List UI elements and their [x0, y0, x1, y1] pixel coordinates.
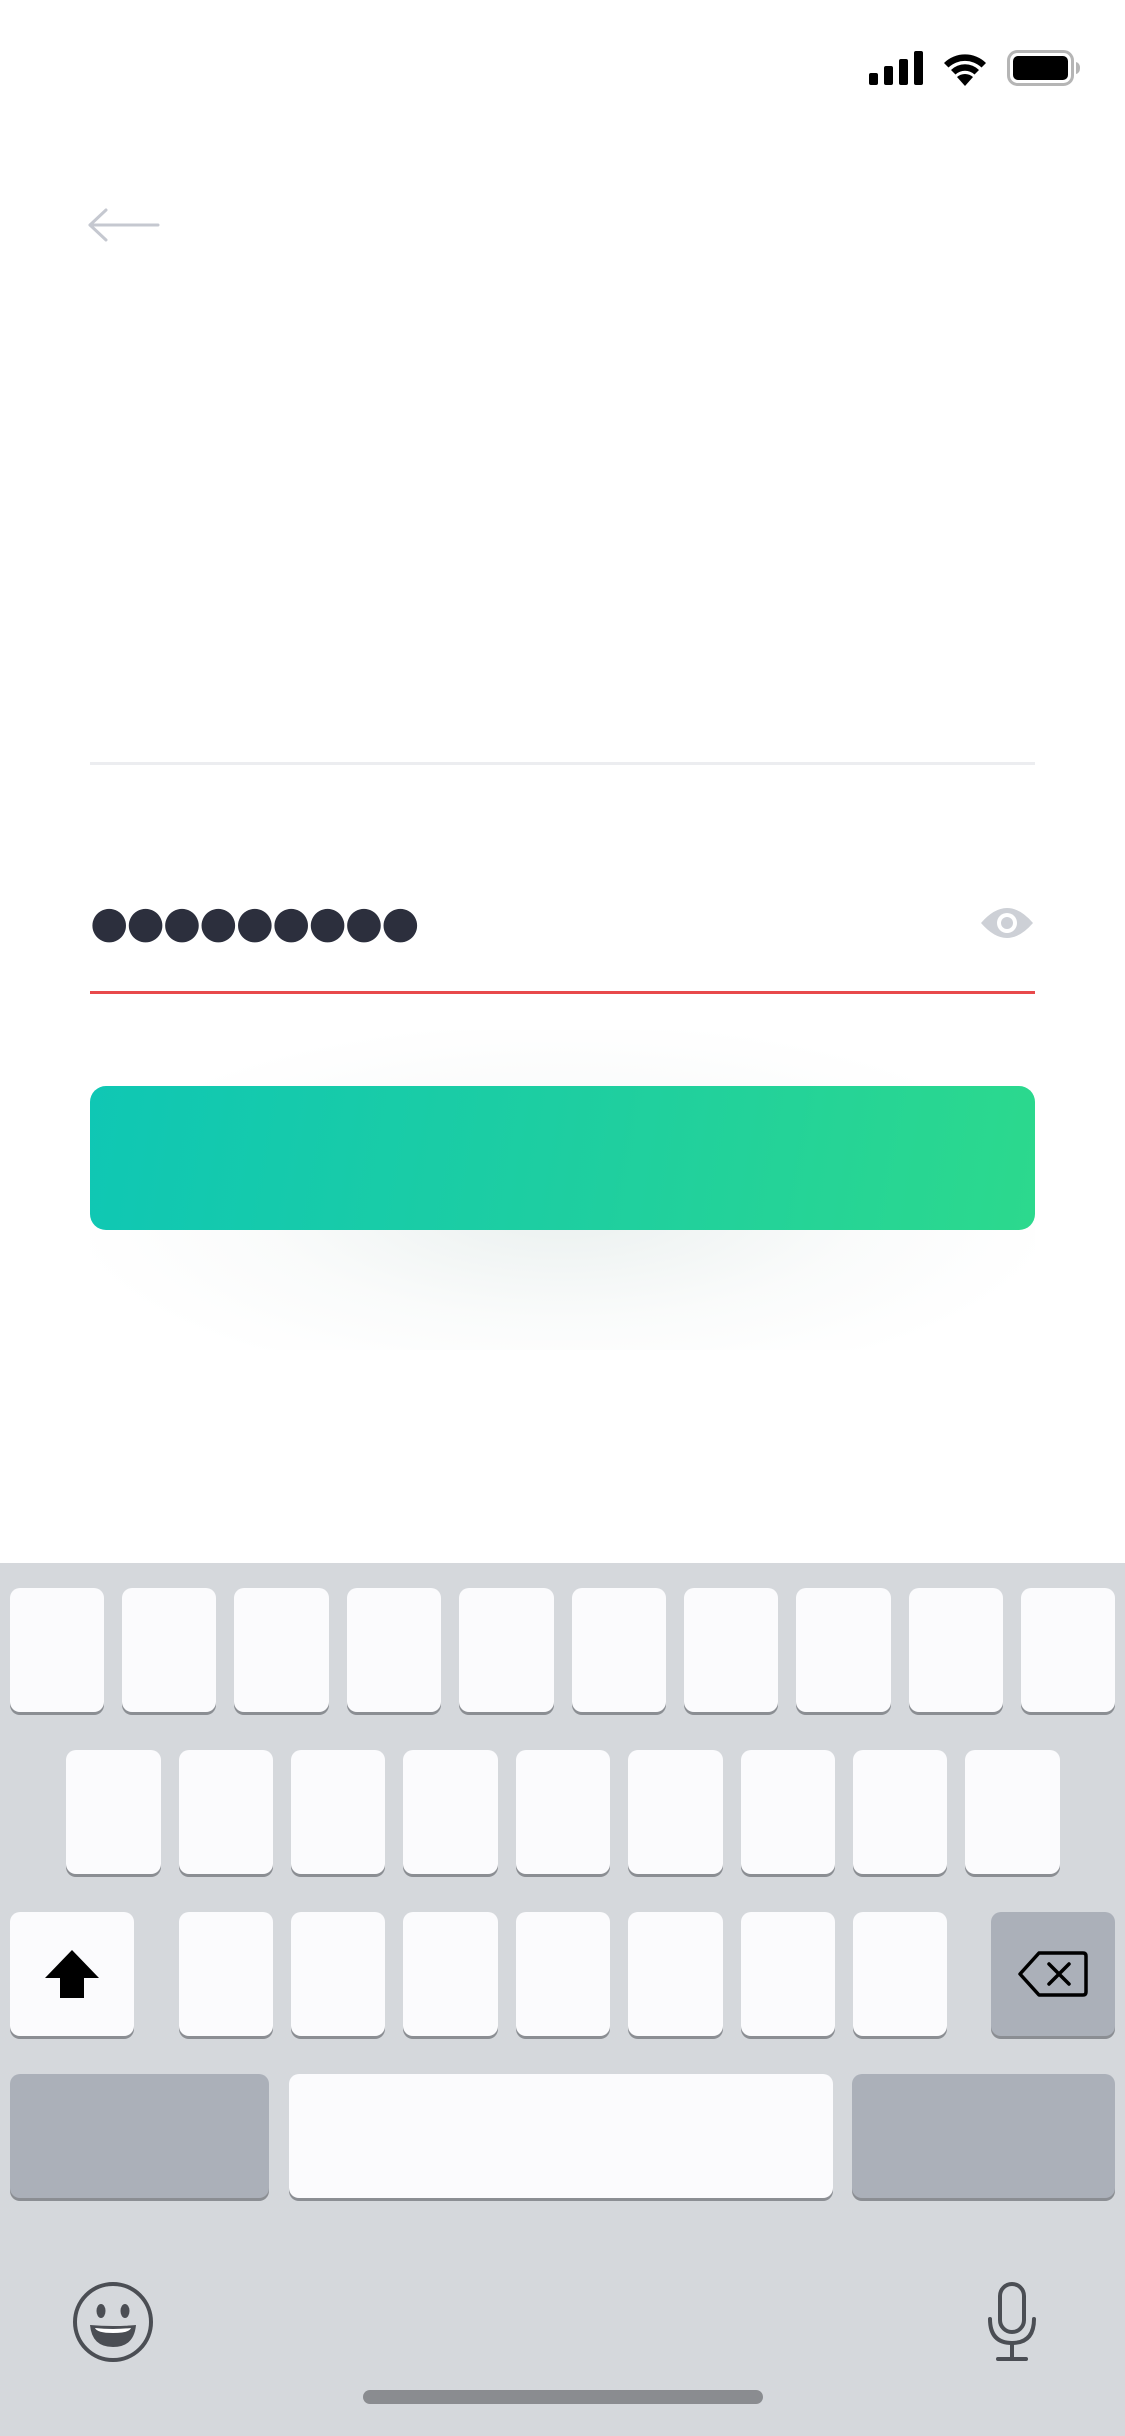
shift-arrow-icon [45, 1950, 99, 1998]
keyboard [0, 1563, 1125, 2436]
key[interactable] [459, 1588, 554, 1712]
login-screen: ●●●●●●●●● [0, 0, 1125, 2436]
submit-button[interactable] [90, 1086, 1035, 1230]
emoji-icon [73, 2282, 153, 2362]
back-button[interactable] [86, 200, 160, 250]
arrow-left-icon [88, 208, 160, 242]
password-underline-error [90, 991, 1035, 994]
key[interactable] [796, 1588, 891, 1712]
delete-key[interactable] [991, 1912, 1115, 2036]
username-underline [90, 762, 1035, 765]
key[interactable] [1021, 1588, 1115, 1712]
key[interactable] [628, 1750, 723, 1874]
key[interactable] [291, 1912, 385, 2036]
numbers-key[interactable] [10, 2074, 269, 2198]
key[interactable] [291, 1750, 385, 1874]
status-bar [0, 0, 1125, 132]
backspace-icon [1018, 1951, 1088, 1997]
return-key[interactable] [852, 2074, 1115, 2198]
key[interactable] [179, 1750, 273, 1874]
cellular-signal-icon [869, 51, 923, 85]
microphone-icon [988, 2282, 1036, 2361]
dictation-button[interactable] [986, 2281, 1038, 2363]
emoji-button[interactable] [72, 2281, 154, 2363]
key[interactable] [909, 1588, 1003, 1712]
key[interactable] [347, 1588, 441, 1712]
key[interactable] [403, 1750, 498, 1874]
key[interactable] [684, 1588, 778, 1712]
password-field[interactable]: ●●●●●●●●● [90, 880, 1035, 994]
battery-icon [1007, 50, 1080, 86]
key[interactable] [66, 1750, 161, 1874]
key[interactable] [122, 1588, 216, 1712]
wifi-icon [944, 54, 986, 86]
key[interactable] [965, 1750, 1060, 1874]
key[interactable] [572, 1588, 666, 1712]
password-value: ●●●●●●●●● [90, 897, 420, 948]
key[interactable] [234, 1588, 329, 1712]
key[interactable] [403, 1912, 498, 2036]
key[interactable] [741, 1750, 835, 1874]
key[interactable] [10, 1588, 104, 1712]
key[interactable] [516, 1912, 610, 2036]
key[interactable] [628, 1912, 723, 2036]
eye-icon [981, 908, 1033, 938]
key[interactable] [853, 1912, 947, 2036]
toggle-password-visibility-button[interactable] [979, 898, 1035, 948]
shift-key[interactable] [10, 1912, 134, 2036]
home-indicator[interactable] [363, 2390, 763, 2404]
key[interactable] [179, 1912, 273, 2036]
space-key[interactable] [289, 2074, 833, 2198]
username-field[interactable] [90, 700, 1035, 766]
status-icons [869, 48, 1081, 88]
key[interactable] [741, 1912, 835, 2036]
key[interactable] [516, 1750, 610, 1874]
key[interactable] [853, 1750, 947, 1874]
